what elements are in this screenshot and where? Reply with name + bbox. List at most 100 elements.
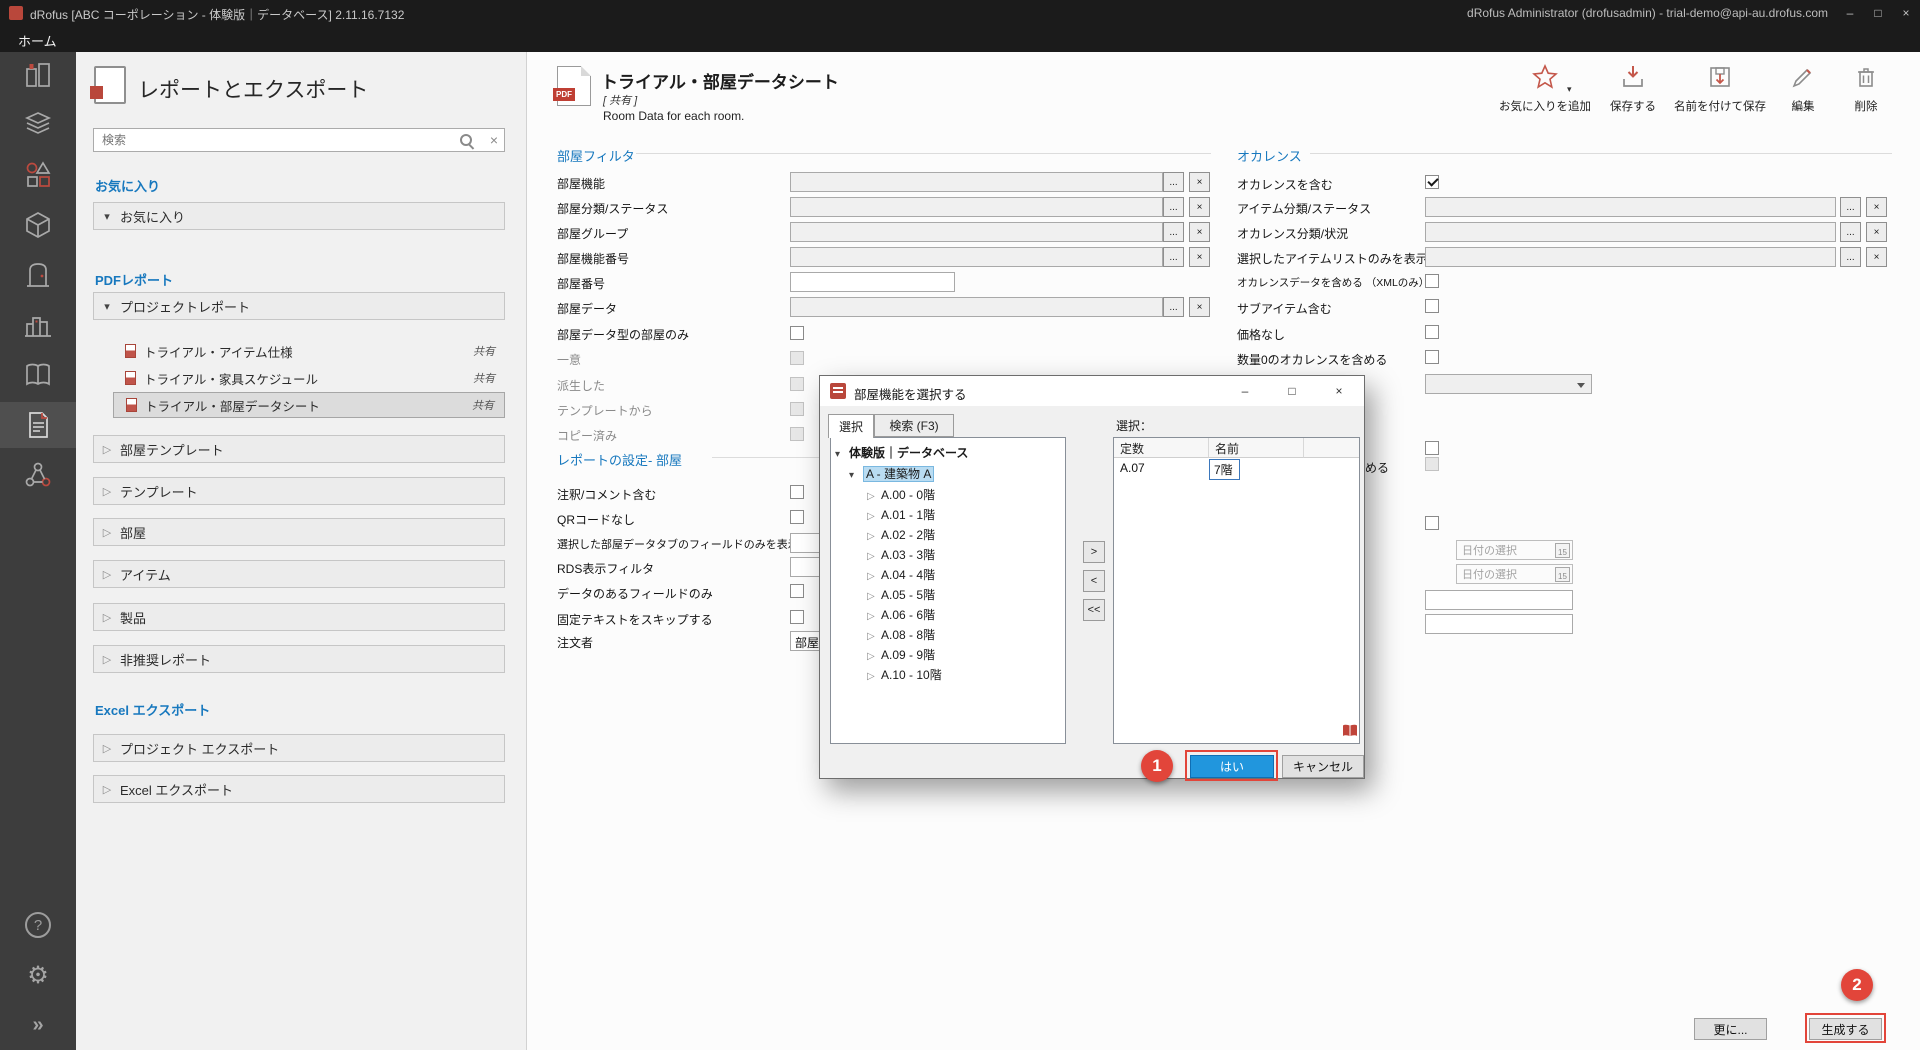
dialog-close-button[interactable]: × [1317,376,1361,406]
sub-items-checkbox[interactable] [1425,299,1439,313]
no-price-checkbox[interactable] [1425,325,1439,339]
hidden-text-input-1[interactable] [1425,590,1573,610]
tree-node-floor[interactable]: ▷A.02 - 2階 [867,526,935,543]
group-products[interactable]: ▷ 製品 [93,603,505,631]
room-no-input[interactable] [790,272,955,292]
maximize-button[interactable]: □ [1864,0,1892,26]
selected-item-list-clear-button[interactable]: × [1866,247,1887,267]
sidebar-item-settings[interactable]: ⚙ [0,952,76,998]
report-item[interactable]: トライアル・アイテム仕様 共有 [113,338,505,364]
occ-class-browse-button[interactable]: ... [1840,222,1861,242]
grid-cell-constant[interactable]: A.07 [1114,458,1209,478]
sidebar-item-items[interactable] [0,202,76,248]
room-data-browse-button[interactable]: ... [1163,297,1184,317]
room-function-no-browse-button[interactable]: ... [1163,247,1184,267]
item-class-clear-button[interactable]: × [1866,197,1887,217]
sidebar-item-catalog[interactable] [0,352,76,398]
move-all-left-button[interactable]: << [1083,599,1105,621]
group-project-export[interactable]: ▷ プロジェクト エクスポート [93,734,505,762]
room-group-browse-button[interactable]: ... [1163,222,1184,242]
room-class-clear-button[interactable]: × [1189,197,1210,217]
report-item-selected[interactable]: トライアル・部屋データシート 共有 [113,392,505,418]
room-data-input[interactable] [790,297,1163,317]
search-input[interactable] [94,129,464,151]
group-project-reports[interactable]: ▾ プロジェクトレポート [93,292,505,320]
hidden-text-input-2[interactable] [1425,614,1573,634]
search-clear-icon[interactable]: × [490,132,498,148]
tree-node-floor[interactable]: ▷A.10 - 10階 [867,666,942,683]
add-favorite-button[interactable]: ▾ お気に入りを追加 [1497,62,1593,114]
close-button[interactable]: × [1892,0,1920,26]
room-function-clear-button[interactable]: × [1189,172,1210,192]
selected-item-list-input[interactable] [1425,247,1836,267]
save-button[interactable]: 保存する [1585,62,1681,114]
tree-node-floor[interactable]: ▷A.00 - 0階 [867,486,935,503]
occ-class-clear-button[interactable]: × [1866,222,1887,242]
date-to-picker[interactable]: 日付の選択 15 [1456,564,1573,584]
room-class-input[interactable] [790,197,1163,217]
group-templates[interactable]: ▷ テンプレート [93,477,505,505]
group-excel-export[interactable]: ▷ Excel エクスポート [93,775,505,803]
sidebar-expand-toggle[interactable]: » [0,1002,76,1048]
room-function-browse-button[interactable]: ... [1163,172,1184,192]
move-left-button[interactable]: < [1083,570,1105,592]
sidebar-item-doors[interactable] [0,252,76,298]
sidebar-item-systems[interactable] [0,302,76,348]
tree-node-floor[interactable]: ▷A.09 - 9階 [867,646,935,663]
move-right-button[interactable]: > [1083,541,1105,563]
occ-data-xml-checkbox[interactable] [1425,274,1439,288]
column-header-name[interactable]: 名前 [1209,438,1304,458]
fields-with-data-checkbox[interactable] [790,584,804,598]
room-class-browse-button[interactable]: ... [1163,197,1184,217]
room-group-input[interactable] [790,222,1163,242]
room-function-input[interactable] [790,172,1163,192]
skip-fixed-text-checkbox[interactable] [790,610,804,624]
occurrence-dropdown[interactable] [1425,374,1592,394]
tab-search[interactable]: 検索 (F3) [874,414,954,437]
menu-home[interactable]: ホーム [18,31,57,50]
hidden-row-checkbox[interactable] [1425,441,1439,455]
tree-node-floor[interactable]: ▷A.08 - 8階 [867,626,935,643]
delete-button[interactable]: 削除 [1818,62,1914,114]
group-room-templates[interactable]: ▷ 部屋テンプレート [93,435,505,463]
tree-node-floor[interactable]: ▷A.04 - 4階 [867,566,935,583]
sidebar-item-buildings[interactable] [0,52,76,98]
sidebar-item-levels[interactable] [0,102,76,148]
room-data-clear-button[interactable]: × [1189,297,1210,317]
dialog-minimize-button[interactable]: – [1223,376,1267,406]
room-group-clear-button[interactable]: × [1189,222,1210,242]
selected-item-list-browse-button[interactable]: ... [1840,247,1861,267]
occ-class-input[interactable] [1425,222,1836,242]
tree-node-floor[interactable]: ▷A.01 - 1階 [867,506,935,523]
item-class-input[interactable] [1425,197,1836,217]
sidebar-item-help[interactable]: ? [0,902,76,948]
column-header-constant[interactable]: 定数 [1114,438,1209,458]
more-button[interactable]: 更に... [1694,1018,1767,1040]
group-rooms[interactable]: ▷ 部屋 [93,518,505,546]
tree-node-floor[interactable]: ▷A.03 - 3階 [867,546,935,563]
group-items[interactable]: ▷ アイテム [93,560,505,588]
search-icon[interactable] [460,134,474,148]
tree-node-floor[interactable]: ▷A.06 - 6階 [867,606,935,623]
tree-node-building[interactable]: ▾A - 建築物 A [849,465,934,482]
save-as-button[interactable]: 名前を付けて保存 [1672,62,1768,114]
grid-cell-name[interactable]: 7階 [1209,458,1304,478]
group-deprecated[interactable]: ▷ 非推奨レポート [93,645,505,673]
tab-select[interactable]: 選択 [828,414,874,438]
minimize-button[interactable]: – [1836,0,1864,26]
report-item[interactable]: トライアル・家具スケジュール 共有 [113,365,505,391]
sidebar-item-reports[interactable] [0,402,76,448]
room-function-no-clear-button[interactable]: × [1189,247,1210,267]
tree-root[interactable]: ▾体験版｜データベース [835,444,968,461]
tree-node-floor[interactable]: ▷A.05 - 5階 [867,586,935,603]
date-from-picker[interactable]: 日付の選択 15 [1456,540,1573,560]
no-qr-checkbox[interactable] [790,510,804,524]
room-function-no-input[interactable] [790,247,1163,267]
include-occurrences-checkbox[interactable] [1425,175,1439,189]
comments-checkbox[interactable] [790,485,804,499]
cancel-button[interactable]: キャンセル [1282,755,1364,778]
item-class-browse-button[interactable]: ... [1840,197,1861,217]
room-data-only-checkbox[interactable] [790,326,804,340]
group-favorites[interactable]: ▾ お気に入り [93,202,505,230]
hidden-row2-checkbox[interactable] [1425,516,1439,530]
